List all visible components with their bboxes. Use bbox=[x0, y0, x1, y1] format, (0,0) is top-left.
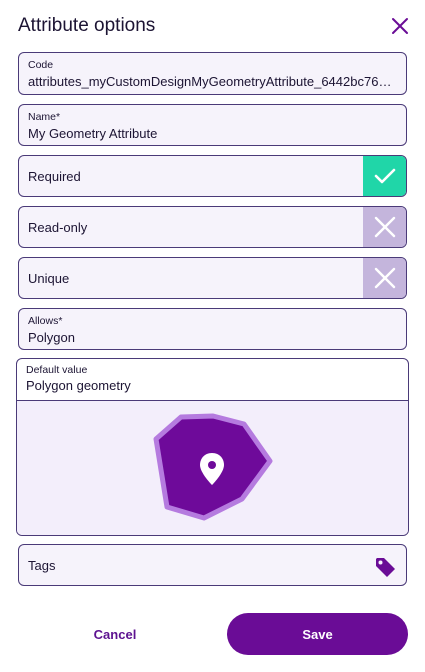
cross-icon bbox=[374, 267, 395, 289]
unique-label: Unique bbox=[28, 270, 70, 286]
tags-field[interactable]: Tags bbox=[18, 544, 407, 586]
cross-icon bbox=[374, 216, 395, 238]
name-value[interactable]: My Geometry Attribute bbox=[28, 126, 397, 141]
unique-toggle-row: Unique bbox=[18, 257, 407, 299]
allows-value[interactable]: Polygon bbox=[28, 330, 397, 345]
check-icon bbox=[374, 168, 395, 184]
dialog-title: Attribute options bbox=[18, 15, 156, 36]
readonly-checkbox[interactable] bbox=[363, 207, 406, 247]
code-label: Code bbox=[28, 59, 54, 71]
code-field[interactable]: Code attributes_myCustomDesignMyGeometry… bbox=[18, 52, 407, 95]
code-value[interactable]: attributes_myCustomDesignMyGeometryAttri… bbox=[28, 74, 397, 89]
geometry-map[interactable] bbox=[17, 401, 408, 535]
allows-label: Allows* bbox=[28, 315, 63, 327]
close-icon[interactable] bbox=[389, 15, 411, 37]
polygon-geometry[interactable] bbox=[17, 401, 409, 536]
name-label: Name* bbox=[28, 111, 61, 123]
name-field[interactable]: Name* My Geometry Attribute bbox=[18, 104, 407, 146]
default-value-card: Default value Polygon geometry bbox=[16, 358, 409, 536]
tags-label: Tags bbox=[28, 557, 56, 573]
allows-field[interactable]: Allows* Polygon bbox=[18, 308, 407, 350]
unique-checkbox[interactable] bbox=[363, 258, 406, 298]
cancel-button[interactable]: Cancel bbox=[60, 614, 170, 654]
save-button[interactable]: Save bbox=[227, 613, 408, 655]
required-checkbox[interactable] bbox=[363, 156, 406, 196]
readonly-label: Read-only bbox=[28, 219, 88, 235]
readonly-toggle-row: Read-only bbox=[18, 206, 407, 248]
default-value-label: Default value bbox=[26, 364, 88, 376]
required-toggle-row: Required bbox=[18, 155, 407, 197]
tag-icon[interactable] bbox=[374, 556, 396, 578]
dialog-header: Attribute options bbox=[18, 12, 411, 40]
default-value-text: Polygon geometry bbox=[26, 378, 131, 393]
required-label: Required bbox=[28, 168, 81, 184]
